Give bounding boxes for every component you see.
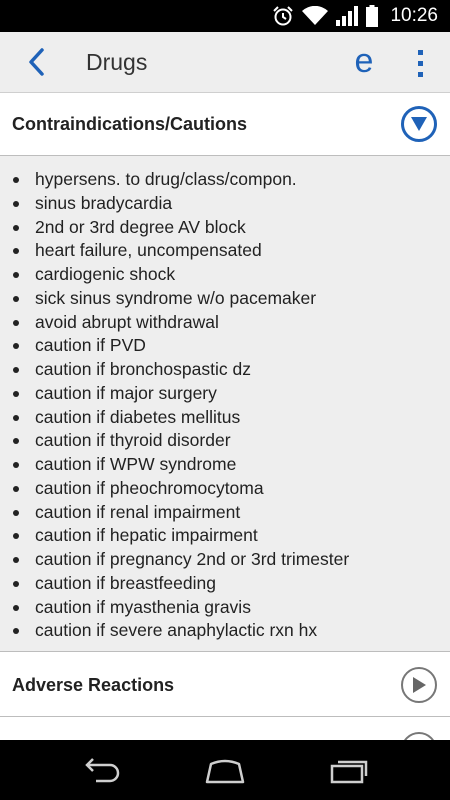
bullet-icon: [13, 533, 19, 540]
bullet-icon: [13, 485, 19, 492]
nav-home-button[interactable]: [195, 750, 255, 790]
list-item: caution if WPW syndrome: [0, 453, 450, 477]
status-time: 10:26: [390, 5, 438, 26]
status-icons: 10:26: [272, 0, 438, 32]
list-item: avoid abrupt withdrawal: [0, 311, 450, 335]
bullet-icon: [13, 319, 19, 326]
list-item-text: sinus bradycardia: [35, 192, 173, 213]
wifi-icon: [302, 6, 329, 25]
bullet-icon: [13, 224, 19, 231]
list-item: caution if hepatic impairment: [0, 524, 450, 548]
list-item-text: caution if PVD: [35, 335, 146, 356]
list-item: caution if PVD: [0, 334, 450, 358]
bullet-icon: [13, 557, 19, 563]
section-title-adverse-reactions: Adverse Reactions: [12, 675, 175, 695]
bullet-icon: [13, 200, 19, 207]
list-item: caution if diabetes mellitus: [0, 406, 450, 430]
bullet-icon: [13, 248, 19, 255]
list-item: caution if myasthenia gravis: [0, 596, 450, 620]
section-header-adverse-reactions[interactable]: Adverse Reactions: [0, 652, 450, 717]
back-nav-icon: [85, 758, 120, 783]
bullet-icon: [13, 177, 19, 183]
bullet-icon: [13, 414, 19, 421]
alarm-icon: [273, 6, 294, 26]
bullet-icon: [13, 438, 19, 445]
list-item-text: caution if severe anaphylactic rxn hx: [35, 620, 318, 641]
bullet-icon: [13, 272, 19, 278]
list-item-text: sick sinus syndrome w/o pacemaker: [35, 287, 317, 308]
section-header-contraindications[interactable]: Contraindications/Cautions: [0, 93, 450, 156]
list-item: caution if breastfeeding: [0, 572, 450, 596]
signal-icon: [336, 6, 359, 26]
list-item: caution if thyroid disorder: [0, 429, 450, 453]
list-item: 2nd or 3rd degree AV block: [0, 216, 450, 240]
list-item: cardiogenic shock: [0, 263, 450, 287]
collapse-toggle-button[interactable]: [401, 106, 437, 142]
list-item: caution if pregnancy 2nd or 3rd trimeste…: [0, 548, 450, 572]
list-item-text: caution if myasthenia gravis: [35, 596, 251, 617]
list-item-text: caution if breastfeeding: [35, 572, 216, 593]
list-item-text: caution if pregnancy 2nd or 3rd trimeste…: [35, 549, 350, 569]
bullet-icon: [13, 604, 19, 611]
list-item-text: caution if bronchospastic dz: [35, 359, 251, 379]
battery-icon: [366, 5, 379, 27]
list-item-text: caution if WPW syndrome: [35, 454, 237, 474]
bullet-icon: [13, 509, 19, 516]
bullet-icon: [13, 390, 19, 397]
triangle-down-icon: [411, 117, 427, 131]
contraindications-list-panel: hypersens. to drug/class/compon. sinus br…: [0, 156, 450, 652]
recents-nav-icon: [330, 760, 368, 784]
list-item: sinus bradycardia: [0, 192, 450, 216]
list-item-text: caution if hepatic impairment: [35, 525, 258, 546]
list-item: caution if pheochromocytoma: [0, 477, 450, 501]
list-item: caution if severe anaphylactic rxn hx: [0, 619, 450, 643]
section-title-contraindications: Contraindications/Cautions: [12, 114, 248, 134]
epocrates-logo-button[interactable]: e: [346, 42, 382, 82]
bullet-icon: [13, 462, 19, 468]
menu-dot: [417, 71, 423, 77]
list-item: caution if major surgery: [0, 382, 450, 406]
bullet-icon: [13, 367, 19, 373]
page-title: Drugs: [86, 49, 148, 75]
list-item: heart failure, uncompensated: [0, 239, 450, 263]
list-item: hypersens. to drug/class/compon.: [0, 168, 450, 192]
bullet-icon: [13, 343, 19, 350]
list-item-text: avoid abrupt withdrawal: [35, 311, 219, 332]
list-item: sick sinus syndrome w/o pacemaker: [0, 287, 450, 311]
menu-dot: [417, 60, 423, 66]
nav-recents-button[interactable]: [320, 750, 380, 790]
chevron-left-icon: [29, 48, 44, 76]
list-item: caution if bronchospastic dz: [0, 358, 450, 382]
bullet-icon: [13, 295, 19, 302]
home-nav-icon: [205, 759, 245, 784]
back-button[interactable]: [18, 44, 54, 80]
menu-dot: [417, 49, 423, 55]
overflow-menu-icon[interactable]: [406, 44, 434, 82]
bullet-icon: [13, 628, 19, 635]
expand-toggle-button[interactable]: [401, 667, 437, 703]
list-item-text: caution if diabetes mellitus: [35, 406, 241, 427]
list-item: caution if renal impairment: [0, 501, 450, 525]
section-header-next-partial[interactable]: [0, 717, 450, 740]
status-bar: 10:26: [0, 0, 450, 32]
contraindications-list: hypersens. to drug/class/compon. sinus br…: [0, 156, 450, 643]
system-nav-bar: [0, 740, 450, 800]
list-item-text: caution if thyroid disorder: [35, 430, 231, 451]
app-bar: Drugs e: [0, 32, 450, 93]
partial-toggle-icon: [401, 732, 437, 740]
list-item-text: caution if renal impairment: [35, 501, 241, 522]
triangle-right-icon: [413, 677, 426, 693]
nav-back-button[interactable]: [70, 750, 130, 790]
list-item-text: 2nd or 3rd degree AV block: [35, 216, 246, 237]
list-item-text: caution if pheochromocytoma: [35, 477, 264, 498]
list-item-text: caution if major surgery: [35, 382, 217, 403]
list-item-text: cardiogenic shock: [35, 264, 176, 284]
bullet-icon: [13, 580, 19, 587]
list-item-text: hypersens. to drug/class/compon.: [35, 169, 297, 189]
list-item-text: heart failure, uncompensated: [35, 240, 262, 261]
